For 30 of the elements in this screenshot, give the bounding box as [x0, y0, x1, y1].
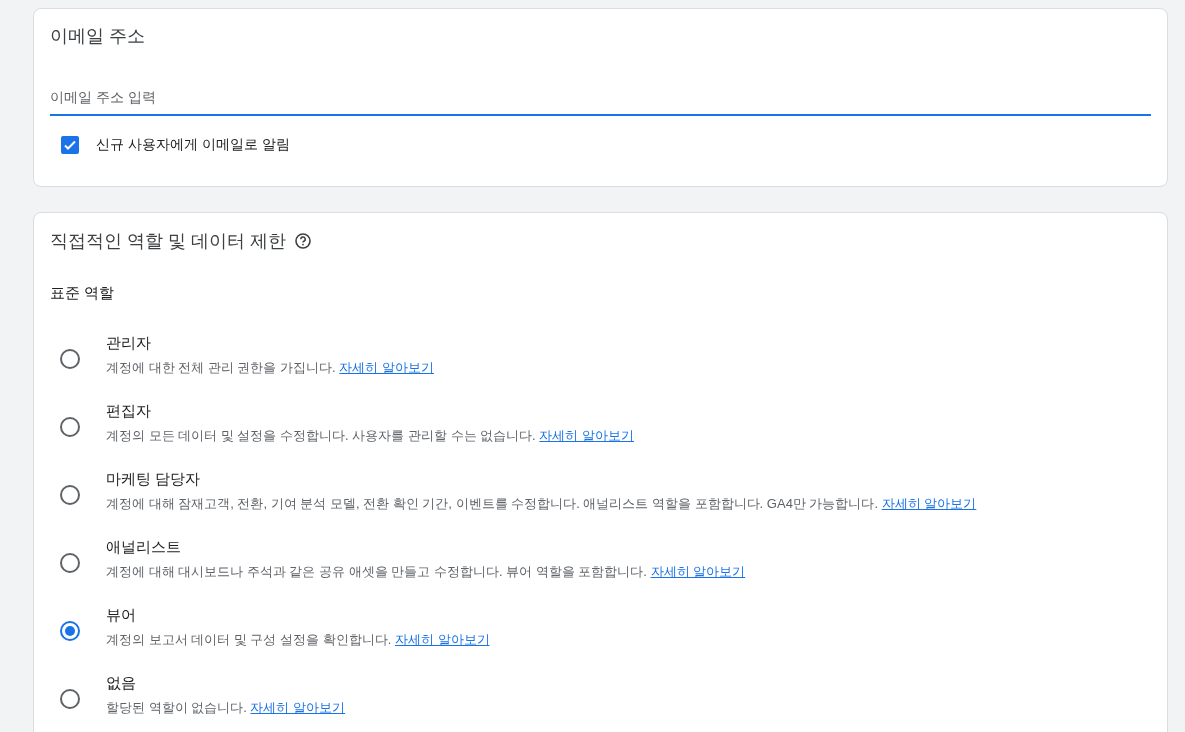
role-name: 애널리스트	[106, 536, 182, 557]
role-description: 계정의 보고서 데이터 및 구성 설정을 확인합니다. 자세히 알아보기	[106, 630, 490, 649]
role-name: 마케팅 담당자	[106, 468, 202, 489]
role-radio[interactable]	[60, 416, 80, 437]
section-title: 직접적인 역할 및 데이터 제한	[50, 230, 286, 253]
role-radio[interactable]	[60, 688, 80, 709]
role-name: 편집자	[106, 400, 152, 421]
learn-more-link[interactable]: 자세히 알아보기	[881, 495, 977, 511]
checkbox-label: 신규 사용자에게 이메일로 알림	[96, 135, 290, 154]
notify-checkbox[interactable]	[61, 135, 79, 154]
help-icon[interactable]	[294, 232, 312, 250]
role-description: 계정에 대해 대시보드나 주석과 같은 공유 애셋을 만들고 수정합니다. 뷰어 역할을 포함합니다. 자세히 알아보기	[106, 562, 746, 581]
role-radio[interactable]	[60, 552, 80, 573]
learn-more-link[interactable]: 자세히 알아보기	[539, 427, 634, 443]
learn-more-link[interactable]: 자세히 알아보기	[339, 359, 434, 375]
role-description: 계정에 대한 전체 관리 권한을 가집니다. 자세히 알아보기	[106, 358, 434, 377]
section-title: 이메일 주소	[50, 25, 146, 48]
learn-more-link[interactable]: 자세히 알아보기	[650, 563, 746, 579]
learn-more-link[interactable]: 자세히 알아보기	[250, 699, 346, 715]
role-name: 없음	[106, 672, 137, 693]
role-name: 뷰어	[106, 604, 137, 625]
role-radio[interactable]	[60, 348, 80, 369]
role-name: 관리자	[106, 332, 152, 353]
role-description: 할당된 역할이 없습니다. 자세히 알아보기	[106, 698, 346, 717]
learn-more-link[interactable]: 자세히 알아보기	[394, 631, 490, 647]
subsection-label: 표준 역할	[50, 283, 116, 303]
role-radio[interactable]	[60, 620, 80, 641]
role-radio[interactable]	[60, 484, 80, 505]
role-description: 계정에 대해 잠재고객, 전환, 기여 분석 모델, 전환 확인 기간, 이벤트를 수정합니다. 애널리스트 역할을 포함합니다. GA4만 가능합니다. 자세히 알아보기	[106, 494, 977, 513]
role-description: 계정의 모든 데이터 및 설정을 수정합니다. 사용자를 관리할 수는 없습니다. 자세히 알아보기	[106, 426, 634, 445]
